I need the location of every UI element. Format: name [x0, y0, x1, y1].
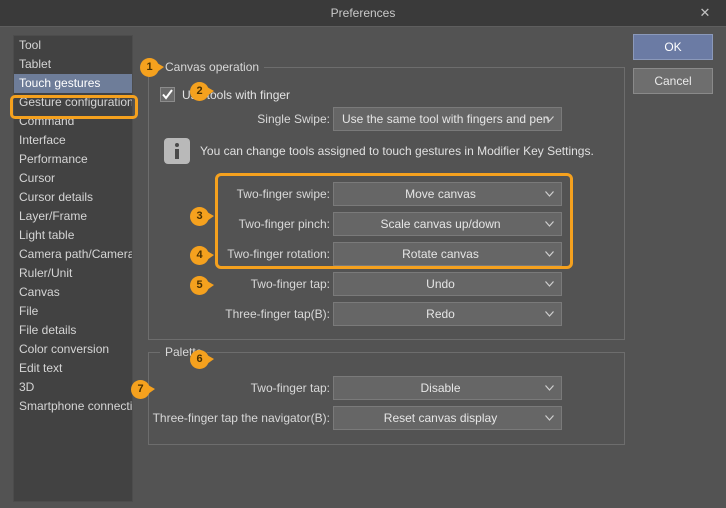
title-bar: Preferences ✕ [0, 0, 726, 26]
sidebar-item-edit-text[interactable]: Edit text [14, 359, 132, 378]
chevron-down-icon [545, 281, 554, 287]
sidebar-item-touch-gestures[interactable]: Touch gestures [14, 74, 132, 93]
canvas-operation-legend: Canvas operation [160, 60, 265, 74]
sidebar-item-smartphone-connection[interactable]: Smartphone connection [14, 397, 132, 416]
chevron-down-icon [545, 251, 554, 257]
window-title: Preferences [330, 6, 396, 20]
single-swipe-row: Single Swipe: Use the same tool with fin… [232, 107, 562, 131]
single-swipe-label: Single Swipe: [257, 112, 330, 126]
canvas-three-finger-tap-label: Three-finger tap(B): [225, 307, 330, 321]
single-swipe-value: Use the same tool with fingers and pen [342, 112, 550, 126]
chevron-down-icon [545, 221, 554, 227]
sidebar-item-tool[interactable]: Tool [14, 36, 132, 55]
two-finger-pinch-row: Two-finger pinch: Scale canvas up/down [232, 212, 562, 236]
use-tools-with-finger-checkbox[interactable] [160, 87, 175, 102]
two-finger-rotation-dropdown[interactable]: Rotate canvas [333, 242, 562, 266]
annotation-badge-3: 3 [190, 207, 214, 226]
annotation-badge-4: 4 [190, 246, 214, 265]
chevron-down-icon [545, 191, 554, 197]
annotation-badge-5: 5 [190, 276, 214, 295]
annotation-badge-2: 2 [190, 82, 214, 101]
info-icon [164, 138, 190, 164]
info-note-text: You can change tools assigned to touch g… [200, 144, 594, 158]
annotation-badge-6: 6 [190, 350, 214, 369]
annotation-badge-7: 7 [131, 380, 155, 399]
two-finger-pinch-value: Scale canvas up/down [380, 217, 501, 231]
ok-button[interactable]: OK [633, 34, 713, 60]
sidebar-item-file[interactable]: File [14, 302, 132, 321]
two-finger-swipe-label: Two-finger swipe: [236, 187, 330, 201]
chevron-down-icon [545, 311, 554, 317]
sidebar-item-camera-path-camera[interactable]: Camera path/Camera [14, 245, 132, 264]
palette-three-finger-tap-navigator-label: Three-finger tap the navigator(B): [152, 411, 330, 425]
checkmark-icon [162, 89, 173, 100]
cancel-button[interactable]: Cancel [633, 68, 713, 94]
canvas-two-finger-tap-value: Undo [426, 277, 455, 291]
two-finger-rotation-value: Rotate canvas [402, 247, 479, 261]
two-finger-rotation-row: Two-finger rotation: Rotate canvas [227, 242, 562, 266]
canvas-three-finger-tap-value: Redo [426, 307, 455, 321]
two-finger-rotation-label: Two-finger rotation: [227, 247, 330, 261]
two-finger-swipe-dropdown[interactable]: Move canvas [333, 182, 562, 206]
palette-two-finger-tap-value: Disable [420, 381, 461, 395]
preferences-dialog: Tool Tablet Touch gestures Gesture confi… [0, 26, 726, 508]
chevron-down-icon [545, 116, 554, 122]
sidebar-item-gesture-configuration[interactable]: Gesture configuration [14, 93, 132, 112]
canvas-two-finger-tap-dropdown[interactable]: Undo [333, 272, 562, 296]
sidebar-item-layer-frame[interactable]: Layer/Frame [14, 207, 132, 226]
canvas-three-finger-tap-dropdown[interactable]: Redo [333, 302, 562, 326]
two-finger-swipe-row: Two-finger swipe: Move canvas [232, 182, 562, 206]
sidebar-item-interface[interactable]: Interface [14, 131, 132, 150]
palette-three-finger-tap-navigator-value: Reset canvas display [383, 411, 498, 425]
two-finger-pinch-label: Two-finger pinch: [238, 217, 330, 231]
palette-three-finger-tap-navigator-dropdown[interactable]: Reset canvas display [333, 406, 562, 430]
palette-two-finger-tap-row: Two-finger tap: Disable [232, 376, 562, 400]
sidebar-item-command[interactable]: Command [14, 112, 132, 131]
single-swipe-dropdown[interactable]: Use the same tool with fingers and pen [333, 107, 562, 131]
category-sidebar[interactable]: Tool Tablet Touch gestures Gesture confi… [13, 35, 133, 502]
sidebar-item-color-conversion[interactable]: Color conversion [14, 340, 132, 359]
two-finger-swipe-value: Move canvas [405, 187, 476, 201]
palette-two-finger-tap-label: Two-finger tap: [250, 381, 330, 395]
palette-two-finger-tap-dropdown[interactable]: Disable [333, 376, 562, 400]
palette-three-finger-tap-navigator-row: Three-finger tap the navigator(B): Reset… [153, 406, 562, 430]
sidebar-item-ruler-unit[interactable]: Ruler/Unit [14, 264, 132, 283]
canvas-three-finger-tap-row: Three-finger tap(B): Redo [225, 302, 562, 326]
chevron-down-icon [545, 385, 554, 391]
sidebar-item-light-table[interactable]: Light table [14, 226, 132, 245]
close-icon[interactable]: ✕ [690, 0, 720, 26]
sidebar-item-3d[interactable]: 3D [14, 378, 132, 397]
canvas-two-finger-tap-label: Two-finger tap: [250, 277, 330, 291]
annotation-badge-1: 1 [140, 58, 164, 77]
sidebar-item-file-details[interactable]: File details [14, 321, 132, 340]
canvas-two-finger-tap-row: Two-finger tap: Undo [232, 272, 562, 296]
sidebar-item-cursor-details[interactable]: Cursor details [14, 188, 132, 207]
sidebar-item-cursor[interactable]: Cursor [14, 169, 132, 188]
sidebar-item-canvas[interactable]: Canvas [14, 283, 132, 302]
chevron-down-icon [545, 415, 554, 421]
two-finger-pinch-dropdown[interactable]: Scale canvas up/down [333, 212, 562, 236]
sidebar-item-performance[interactable]: Performance [14, 150, 132, 169]
sidebar-item-tablet[interactable]: Tablet [14, 55, 132, 74]
